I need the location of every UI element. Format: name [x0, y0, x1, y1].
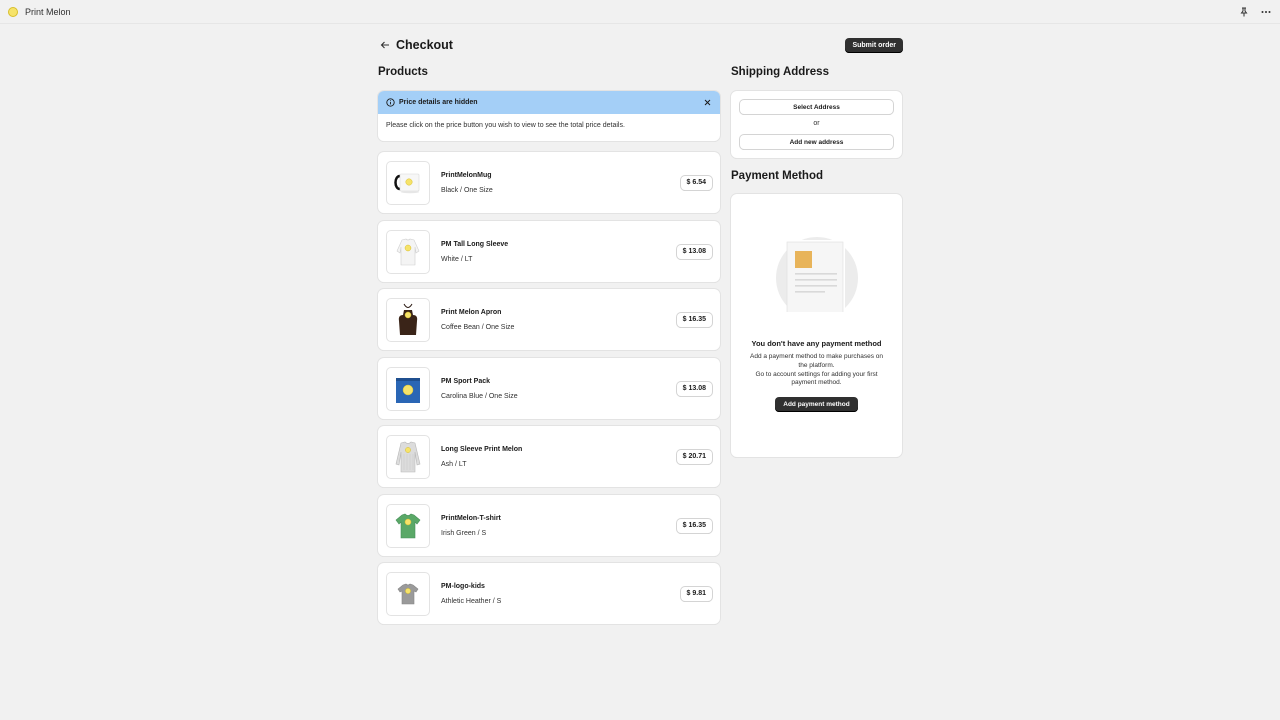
price-button[interactable]: $ 13.08 [676, 381, 712, 396]
price-button[interactable]: $ 13.08 [676, 244, 712, 259]
product-variant: Carolina Blue / One Size [441, 392, 518, 400]
page-header: Checkout Submit order [378, 36, 903, 54]
price-button[interactable]: $ 16.35 [676, 518, 712, 533]
product-info: PM Tall Long Sleeve White / LT [441, 241, 508, 263]
product-thumbnail [386, 503, 430, 548]
empty-state-line: Add a payment method to make purchases o… [750, 353, 883, 360]
payment-section-title: Payment Method [731, 170, 824, 182]
info-icon [386, 98, 395, 107]
product-card: PM Sport Pack Carolina Blue / One Size $… [378, 358, 720, 419]
more-horizontal-icon[interactable] [1260, 6, 1272, 18]
arrow-left-icon[interactable] [378, 38, 392, 52]
product-card: Print Melon Apron Coffee Bean / One Size… [378, 289, 720, 350]
t-shirt-icon [395, 513, 421, 538]
melon-logo-icon [8, 6, 18, 17]
product-name: PrintMelonMug [441, 171, 492, 179]
product-name: Print Melon Apron [441, 308, 502, 316]
product-name: PrintMelon-T-shirt [441, 514, 501, 522]
payment-card: You don't have any payment method Add a … [731, 194, 902, 457]
product-card: Long Sleeve Print Melon Ash / LT $ 20.71 [378, 426, 720, 487]
product-variant: Irish Green / S [441, 529, 487, 537]
product-card: PM-logo-kids Athletic Heather / S $ 9.81 [378, 563, 720, 624]
product-thumbnail [386, 434, 430, 479]
product-thumbnail [386, 366, 430, 411]
product-name: Long Sleeve Print Melon [441, 445, 523, 453]
price-button[interactable]: $ 9.81 [680, 586, 712, 601]
product-info: PrintMelon-T-shirt Irish Green / S [441, 515, 501, 537]
product-info: PrintMelonMug Black / One Size [441, 172, 493, 194]
product-card: PrintMelon-T-shirt Irish Green / S $ 16.… [378, 495, 720, 556]
product-name: PM Tall Long Sleeve [441, 240, 509, 248]
product-info: PM-logo-kids Athletic Heather / S [441, 583, 501, 605]
select-address-button[interactable]: Select Address [740, 100, 893, 114]
product-card: PM Tall Long Sleeve White / LT $ 13.08 [378, 221, 720, 282]
product-variant: Black / One Size [441, 186, 493, 194]
topbar-actions [1238, 6, 1272, 18]
add-new-address-button[interactable]: Add new address [740, 135, 893, 149]
empty-state-description: Add a payment method to make purchases o… [739, 353, 894, 388]
products-section-title: Products [378, 66, 428, 78]
apron-icon [398, 303, 418, 335]
banner-title: Price details are hidden [399, 99, 478, 106]
pin-icon[interactable] [1238, 6, 1250, 18]
price-button[interactable]: $ 16.35 [676, 312, 712, 327]
long-sleeve-shirt-icon [396, 238, 420, 265]
empty-state-line: Go to account settings for adding your f… [755, 370, 878, 378]
empty-state-title: You don't have any payment method [751, 339, 882, 348]
or-divider-text: or [813, 120, 820, 127]
app-title: Print Melon [25, 6, 71, 17]
empty-document-illustration [776, 237, 858, 312]
close-icon[interactable] [702, 98, 712, 108]
add-payment-method-button[interactable]: Add payment method [775, 397, 858, 412]
price-button[interactable]: $ 6.54 [680, 175, 712, 190]
banner-header: Price details are hidden [378, 91, 720, 114]
product-info: Print Melon Apron Coffee Bean / One Size [441, 309, 514, 331]
product-thumbnail [386, 571, 430, 616]
product-variant: White / LT [441, 255, 473, 263]
submit-order-button[interactable]: Submit order [845, 37, 903, 53]
product-info: Long Sleeve Print Melon Ash / LT [441, 446, 522, 468]
empty-state-line: payment method. [791, 379, 842, 387]
product-name: PM Sport Pack [441, 377, 491, 385]
app-topbar: Print Melon [0, 0, 1280, 24]
long-sleeve-shirt-icon [395, 441, 421, 472]
product-variant: Coffee Bean / One Size [441, 323, 515, 331]
price-hidden-banner: Price details are hidden Please click on… [378, 91, 720, 141]
shipping-card: Select Address or Add new address [731, 91, 902, 158]
price-button[interactable]: $ 20.71 [676, 449, 712, 464]
shipping-section-title: Shipping Address [731, 66, 829, 78]
t-shirt-icon [397, 583, 419, 604]
product-card: PrintMelonMug Black / One Size $ 6.54 [378, 152, 720, 213]
product-thumbnail [386, 229, 430, 274]
empty-state-line: the platform. [798, 361, 835, 369]
product-thumbnail [386, 160, 430, 205]
product-variant: Ash / LT [441, 460, 467, 468]
product-info: PM Sport Pack Carolina Blue / One Size [441, 378, 518, 400]
page-title: Checkout [396, 38, 453, 52]
product-name: PM-logo-kids [441, 582, 485, 590]
product-thumbnail [386, 297, 430, 342]
mug-icon [394, 173, 420, 193]
banner-message: Please click on the price button you wis… [386, 122, 625, 129]
sport-pack-icon [396, 377, 420, 403]
product-variant: Athletic Heather / S [441, 597, 502, 605]
